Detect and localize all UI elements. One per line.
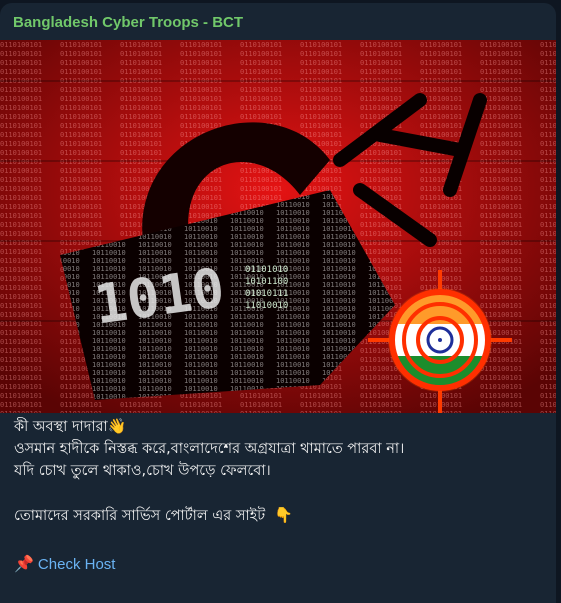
message-line: যদি চোখ তুলে থাকাও,চোখ উপড়ে ফেলবো। — [14, 463, 271, 479]
message-line: ওসমান হাদীকে নিস্তব্ধ করে,বাংলাদেশের অগ্… — [14, 441, 405, 457]
svg-text:10101100: 10101100 — [245, 277, 288, 287]
svg-text:11010010: 11010010 — [245, 301, 288, 311]
message-line: তোমাদের সরকারি সার্ভিস পোর্টাল এর সাইট 👇 — [14, 506, 294, 524]
check-host-row: 📌 Check Host — [14, 554, 115, 574]
post-image[interactable]: 0110100101 10110010 — [0, 40, 556, 413]
channel-name[interactable]: Bangladesh Cyber Troops - BCT — [13, 14, 243, 31]
check-host-link[interactable]: Check Host — [38, 556, 116, 573]
message-text: কী অবস্থা দাদারা👋 ওসমান হাদীকে নিস্তব্ধ … — [14, 415, 544, 527]
svg-text:01010111: 01010111 — [245, 289, 288, 299]
waving-hand-icon: 👋 — [107, 417, 127, 435]
svg-text:01101010: 01101010 — [245, 265, 288, 275]
pointing-down-icon: 👇 — [274, 506, 294, 524]
message-line: কী অবস্থা দাদারা👋 — [14, 417, 127, 435]
channel-post: Bangladesh Cyber Troops - BCT 0110100101… — [0, 3, 556, 603]
pushpin-icon: 📌 — [14, 556, 34, 573]
